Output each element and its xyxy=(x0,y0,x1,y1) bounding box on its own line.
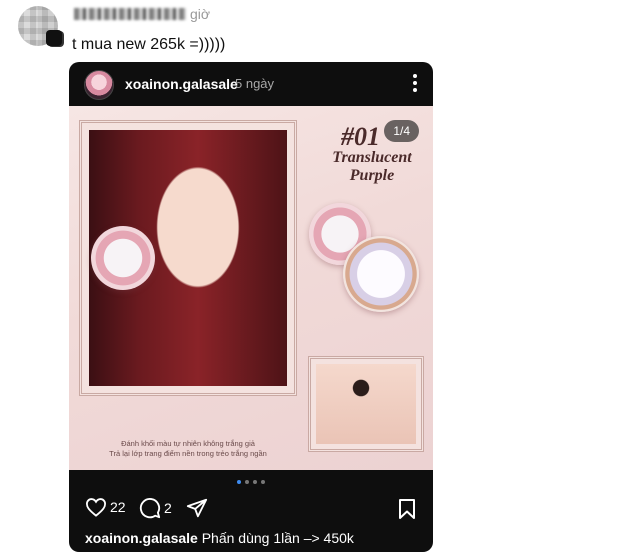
eye-closeup-photo xyxy=(316,364,416,444)
comment-count: 2 xyxy=(164,500,172,516)
cushion-compact-product xyxy=(91,226,155,290)
image-caption-line1: Đánh khối màu tự nhiên không trắng giả xyxy=(121,439,255,448)
comment-button[interactable]: 2 xyxy=(139,497,172,519)
shade-code: #01 xyxy=(341,122,380,151)
post-time: 5 ngày xyxy=(235,76,275,91)
carousel-dot[interactable] xyxy=(253,480,257,484)
heart-icon xyxy=(85,498,107,517)
slide-counter: 1/4 xyxy=(384,120,419,142)
bookmark-icon[interactable] xyxy=(398,498,416,520)
image-caption-line2: Trả lại lớp trang điểm nền trong trẻo tr… xyxy=(109,449,267,458)
carousel-dot[interactable] xyxy=(245,480,249,484)
comment-text: t mua new 265k =))))) xyxy=(72,36,226,53)
post-image[interactable]: #01 Translucent Purple 1/4 Đánh khối màu… xyxy=(69,106,433,470)
post-author-username[interactable]: xoainon.galasale xyxy=(125,76,238,92)
shade-name: Translucent Purple xyxy=(317,149,427,185)
comment-time: giờ xyxy=(190,6,211,22)
like-count: 22 xyxy=(110,499,126,515)
post-author-avatar[interactable] xyxy=(84,70,114,100)
caption-username[interactable]: xoainon.galasale xyxy=(85,530,198,546)
send-icon xyxy=(186,498,208,518)
carousel-dots[interactable] xyxy=(69,476,433,484)
caption-text: Phấn dùng 1lần –> 450k xyxy=(201,530,354,546)
post-actions: 22 2 xyxy=(69,490,433,526)
badge-icon xyxy=(46,30,62,46)
shade-name-line1: Translucent xyxy=(332,149,412,166)
post-header: xoainon.galasale 5 ngày xyxy=(69,62,433,106)
shade-name-line2: Purple xyxy=(349,167,395,184)
carousel-dot[interactable] xyxy=(261,480,265,484)
more-options-icon[interactable] xyxy=(411,72,419,94)
like-button[interactable]: 22 xyxy=(85,497,126,517)
image-caption: Đánh khối màu tự nhiên không trắng giả T… xyxy=(79,439,297,459)
commenter-username-blurred[interactable] xyxy=(74,8,186,20)
share-button[interactable] xyxy=(186,497,208,519)
compact-open-product xyxy=(343,236,419,312)
embedded-post-card[interactable]: xoainon.galasale 5 ngày #01 Translucent … xyxy=(69,62,433,552)
carousel-dot[interactable] xyxy=(237,480,241,484)
closeup-frame xyxy=(308,356,424,452)
post-caption: xoainon.galasale Phấn dùng 1lần –> 450k xyxy=(85,530,354,546)
comment-icon xyxy=(139,498,161,519)
